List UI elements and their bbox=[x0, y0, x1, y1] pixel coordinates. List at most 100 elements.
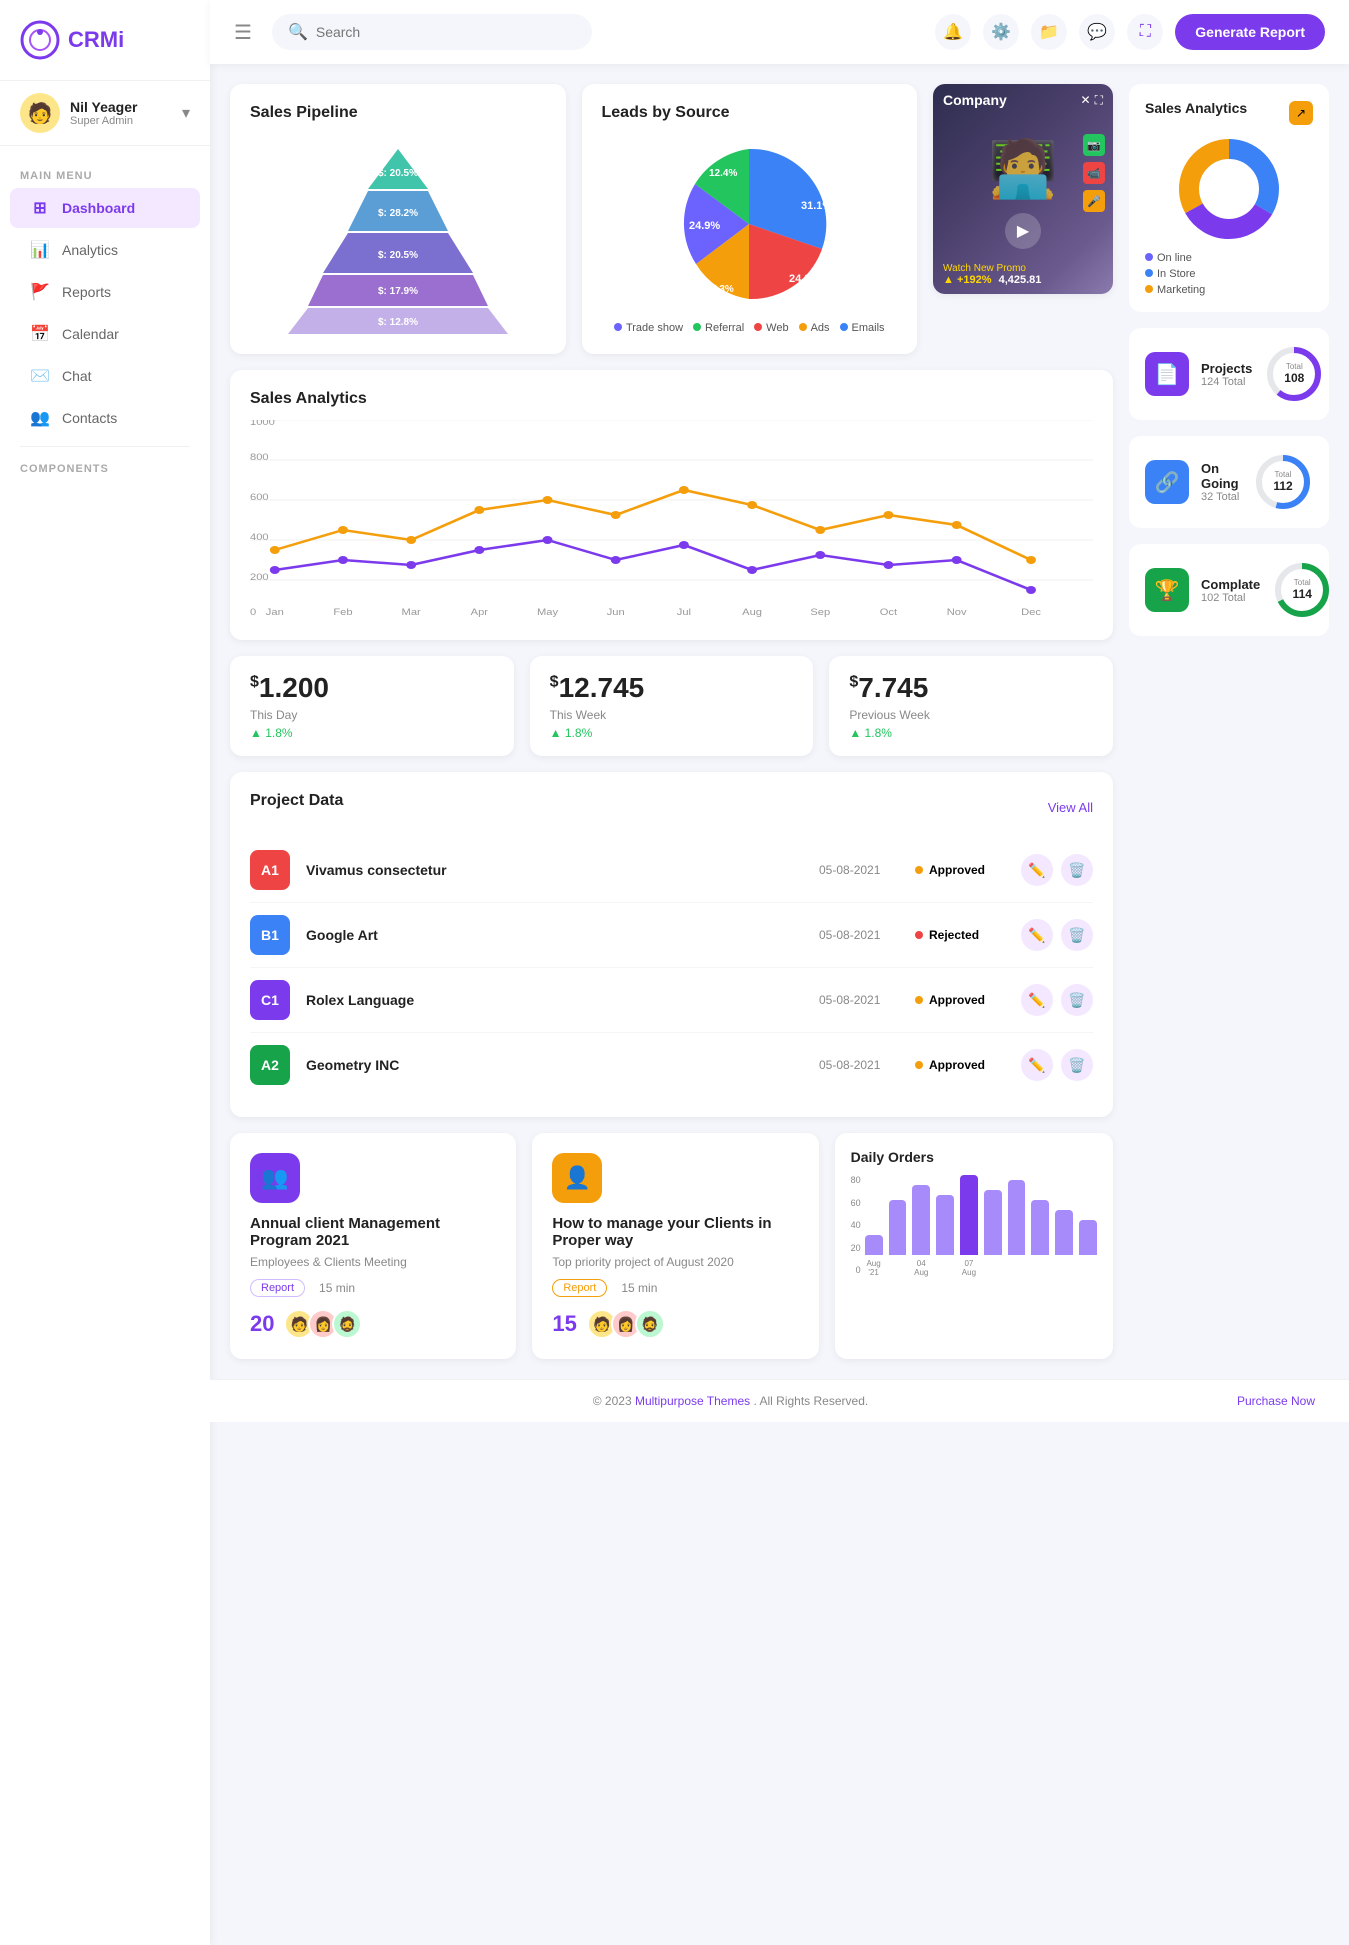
purchase-now-link[interactable]: Purchase Now bbox=[1237, 1394, 1335, 1408]
daily-orders-card: Daily Orders 806040200 Aug '21 bbox=[835, 1133, 1113, 1359]
contacts-icon: 👥 bbox=[30, 408, 50, 428]
sidebar-item-analytics[interactable]: 📊 Analytics bbox=[10, 230, 200, 270]
bar-label-4: 07 Aug bbox=[960, 1259, 978, 1277]
status-dot-0 bbox=[915, 866, 923, 874]
delete-btn-2[interactable]: 🗑️ bbox=[1061, 984, 1093, 1016]
project-actions-3: ✏️ 🗑️ bbox=[1021, 1049, 1093, 1081]
complete-icon: 🏆 bbox=[1155, 578, 1180, 603]
project-status-1: Rejected bbox=[915, 928, 1005, 942]
video-controls[interactable]: ✕ ⛶ bbox=[1081, 93, 1103, 108]
table-row: B1 Google Art 05-08-2021 Rejected ✏️ 🗑️ bbox=[250, 903, 1093, 968]
user-icon-btn[interactable]: 📁 bbox=[1031, 14, 1067, 50]
svg-text:Aug: Aug bbox=[742, 608, 762, 618]
complete-label: Complate bbox=[1201, 577, 1260, 592]
play-button[interactable]: ▶ bbox=[1005, 213, 1041, 249]
sidebar-item-reports[interactable]: 🚩 Reports bbox=[10, 272, 200, 312]
video-action-1[interactable]: 📷 bbox=[1083, 134, 1105, 156]
expand-icon-btn[interactable]: ⛶ bbox=[1127, 14, 1163, 50]
sales-analytics-title: Sales Analytics bbox=[250, 390, 1093, 408]
stat-prev-trend: ▲ 1.8% bbox=[849, 726, 1093, 740]
video-action-2[interactable]: 📹 bbox=[1083, 162, 1105, 184]
messages-icon-btn[interactable]: 💬 bbox=[1079, 14, 1115, 50]
footer-copy: © 2023 bbox=[593, 1394, 632, 1408]
pie-legend: Trade show Referral Web Ads Emails bbox=[614, 322, 885, 334]
pie-svg: 31.1% 24.3% 7.3% 24.9% 12.4% bbox=[649, 134, 849, 314]
legend-emails: Emails bbox=[840, 322, 885, 334]
bar-label-8 bbox=[1055, 1259, 1073, 1277]
svg-text:24.9%: 24.9% bbox=[689, 220, 720, 232]
content-area: Sales Pipeline $: 20.5% $: 28.2% $: 20.5… bbox=[210, 64, 1349, 1379]
stats-number: 4,425.81 bbox=[999, 274, 1042, 286]
ongoing-sub: 32 Total bbox=[1201, 491, 1241, 503]
meeting-title-howto: How to manage your Clients in Proper way bbox=[552, 1215, 798, 1249]
pipeline-chart: $: 20.5% $: 28.2% $: 20.5% $: 17.9% bbox=[250, 134, 546, 334]
svg-text:600: 600 bbox=[250, 493, 269, 503]
bar-8 bbox=[1055, 1210, 1073, 1255]
svg-text:Mar: Mar bbox=[402, 608, 422, 618]
user-menu-icon[interactable]: ▾ bbox=[182, 103, 190, 123]
table-row: C1 Rolex Language 05-08-2021 Approved ✏️… bbox=[250, 968, 1093, 1033]
notification-icon-btn[interactable]: 🔔 bbox=[935, 14, 971, 50]
footer-brand-link[interactable]: Multipurpose Themes bbox=[635, 1394, 750, 1408]
pie-chart-wrap: 31.1% 24.3% 7.3% 24.9% 12.4% Trade show bbox=[602, 134, 898, 334]
project-actions-2: ✏️ 🗑️ bbox=[1021, 984, 1093, 1016]
project-date-1: 05-08-2021 bbox=[819, 928, 899, 942]
sidebar-item-label-chat: Chat bbox=[62, 368, 92, 384]
generate-report-button[interactable]: Generate Report bbox=[1175, 14, 1325, 50]
project-data-card: Project Data View All A1 Vivamus consect… bbox=[230, 772, 1113, 1117]
edit-btn-1[interactable]: ✏️ bbox=[1021, 919, 1053, 951]
legend-web: Web bbox=[754, 322, 788, 334]
bar-7 bbox=[1031, 1200, 1049, 1255]
projects-info: Projects 124 Total bbox=[1201, 361, 1252, 388]
search-box[interactable]: 🔍 bbox=[272, 14, 592, 50]
delete-btn-1[interactable]: 🗑️ bbox=[1061, 919, 1093, 951]
bar-chart bbox=[865, 1175, 1097, 1255]
settings-icon-btn[interactable]: ⚙️ bbox=[983, 14, 1019, 50]
projects-icon-wrap: 📄 bbox=[1145, 352, 1189, 396]
menu-icon[interactable]: ☰ bbox=[234, 20, 252, 45]
table-row: A1 Vivamus consectetur 05-08-2021 Approv… bbox=[250, 838, 1093, 903]
delete-btn-0[interactable]: 🗑️ bbox=[1061, 854, 1093, 886]
project-name-2: Rolex Language bbox=[306, 992, 803, 1008]
play-icon: ▶ bbox=[1017, 221, 1029, 241]
edit-btn-3[interactable]: ✏️ bbox=[1021, 1049, 1053, 1081]
edit-btn-2[interactable]: ✏️ bbox=[1021, 984, 1053, 1016]
sidebar-item-chat[interactable]: ✉️ Chat bbox=[10, 356, 200, 396]
side-analytics-card: Sales Analytics ↗ bbox=[1129, 84, 1329, 312]
right-sidebar: Sales Analytics ↗ bbox=[1129, 84, 1329, 1359]
line-chart-svg: 0 200 400 600 800 1000 bbox=[250, 420, 1093, 620]
side-analytics-expand-btn[interactable]: ↗ bbox=[1289, 101, 1313, 125]
bar-label-2: 04 Aug bbox=[912, 1259, 930, 1277]
minimize-icon[interactable]: ✕ bbox=[1081, 93, 1091, 108]
edit-btn-0[interactable]: ✏️ bbox=[1021, 854, 1053, 886]
legend-marketing: Marketing bbox=[1145, 284, 1313, 296]
sidebar-item-contacts[interactable]: 👥 Contacts bbox=[10, 398, 200, 438]
project-name-3: Geometry INC bbox=[306, 1057, 803, 1073]
ongoing-ring: Total 112 bbox=[1253, 452, 1313, 512]
svg-text:31.1%: 31.1% bbox=[801, 200, 832, 212]
delete-btn-3[interactable]: 🗑️ bbox=[1061, 1049, 1093, 1081]
meeting-card-annual: 👥 Annual client Management Program 2021 … bbox=[230, 1133, 516, 1359]
svg-text:0: 0 bbox=[250, 608, 257, 618]
avatar: 🧑 bbox=[20, 93, 60, 133]
legend-tradeshow: Trade show bbox=[614, 322, 683, 334]
logo: CRMi bbox=[0, 20, 210, 80]
bar-label-5 bbox=[984, 1259, 1002, 1277]
logo-text: CRMi bbox=[68, 27, 124, 53]
bar-9 bbox=[1079, 1220, 1097, 1255]
chat-icon: ✉️ bbox=[30, 366, 50, 386]
sidebar-item-label-analytics: Analytics bbox=[62, 242, 118, 258]
complete-sub: 102 Total bbox=[1201, 592, 1260, 604]
meeting-title-annual: Annual client Management Program 2021 bbox=[250, 1215, 496, 1249]
svg-text:Jan: Jan bbox=[266, 608, 284, 618]
expand-video-icon[interactable]: ⛶ bbox=[1095, 93, 1103, 108]
stats-value: +192% bbox=[957, 274, 992, 286]
project-badge-a2: A2 bbox=[250, 1045, 290, 1085]
sidebar-item-dashboard[interactable]: ⊞ Dashboard bbox=[10, 188, 200, 228]
search-input[interactable] bbox=[316, 24, 576, 40]
video-action-3[interactable]: 🎤 bbox=[1083, 190, 1105, 212]
view-all-link[interactable]: View All bbox=[1048, 800, 1093, 815]
stat-day-amount: $1.200 bbox=[250, 672, 494, 704]
sidebar-item-calendar[interactable]: 📅 Calendar bbox=[10, 314, 200, 354]
sidebar-item-label-reports: Reports bbox=[62, 284, 111, 300]
